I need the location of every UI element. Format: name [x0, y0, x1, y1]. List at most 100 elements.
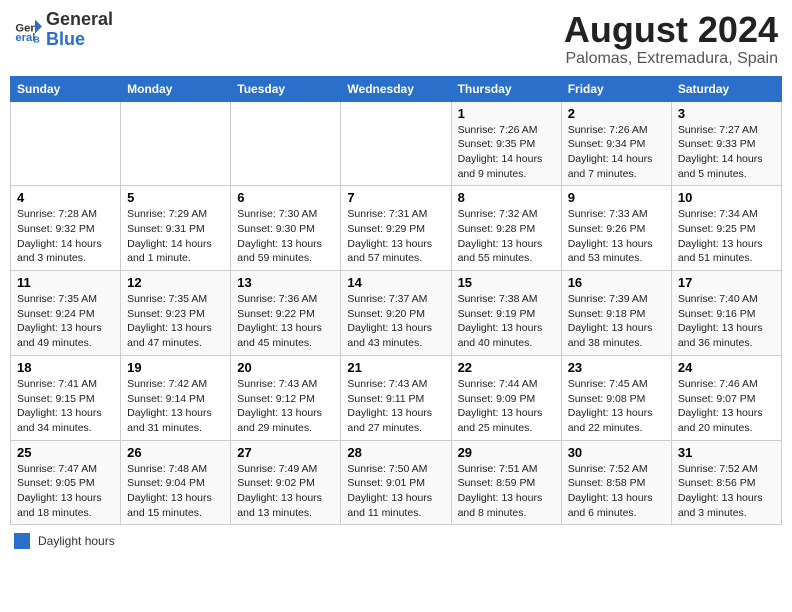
day-info: Sunrise: 7:35 AMSunset: 9:23 PMDaylight:… [127, 292, 224, 351]
day-number: 2 [568, 106, 665, 121]
day-number: 1 [458, 106, 555, 121]
page-title: August 2024 [564, 10, 778, 50]
day-info: Sunrise: 7:51 AMSunset: 8:59 PMDaylight:… [458, 462, 555, 521]
day-number: 7 [347, 190, 444, 205]
calendar-cell: 5 Sunrise: 7:29 AMSunset: 9:31 PMDaylight… [121, 186, 231, 271]
calendar-cell: 11Sunrise: 7:35 AMSunset: 9:24 PMDayligh… [11, 271, 121, 356]
calendar-cell: 30 Sunrise: 7:52 AMSunset: 8:58 PMDayligh… [561, 440, 671, 525]
day-number: 28 [347, 445, 444, 460]
day-info: Sunrise: 7:49 AMSunset: 9:02 PMDaylight:… [237, 462, 334, 521]
logo: Gen eral B General Blue [14, 10, 113, 50]
day-info: Sunrise: 7:50 AMSunset: 9:01 PMDaylight:… [347, 462, 444, 521]
day-number: 22 [458, 360, 555, 375]
day-number: 30 [568, 445, 665, 460]
day-number: 21 [347, 360, 444, 375]
svg-text:eral: eral [15, 32, 35, 44]
weekday-header-row: SundayMondayTuesdayWednesdayThursdayFrid… [11, 76, 782, 101]
calendar-cell [121, 101, 231, 186]
day-info: Sunrise: 7:43 AMSunset: 9:12 PMDaylight:… [237, 377, 334, 436]
header: Gen eral B General Blue August 2024 Palo… [10, 10, 782, 68]
title-area: August 2024 Palomas, Extremadura, Spain [564, 10, 778, 68]
day-info: Sunrise: 7:38 AMSunset: 9:19 PMDaylight:… [458, 292, 555, 351]
day-number: 14 [347, 275, 444, 290]
day-number: 24 [678, 360, 775, 375]
weekday-header-wednesday: Wednesday [341, 76, 451, 101]
day-info: Sunrise: 7:52 AMSunset: 8:58 PMDaylight:… [568, 462, 665, 521]
calendar-table: SundayMondayTuesdayWednesdayThursdayFrid… [10, 76, 782, 526]
day-number: 29 [458, 445, 555, 460]
calendar-week-4: 18Sunrise: 7:41 AMSunset: 9:15 PMDayligh… [11, 355, 782, 440]
day-info: Sunrise: 7:30 AMSunset: 9:30 PMDaylight:… [237, 207, 334, 266]
calendar-cell: 14 Sunrise: 7:37 AMSunset: 9:20 PMDayligh… [341, 271, 451, 356]
calendar-cell: 16 Sunrise: 7:39 AMSunset: 9:18 PMDayligh… [561, 271, 671, 356]
day-number: 4 [17, 190, 114, 205]
calendar-cell: 6 Sunrise: 7:30 AMSunset: 9:30 PMDaylight… [231, 186, 341, 271]
calendar-cell: 25Sunrise: 7:47 AMSunset: 9:05 PMDayligh… [11, 440, 121, 525]
day-info: Sunrise: 7:31 AMSunset: 9:29 PMDaylight:… [347, 207, 444, 266]
calendar-cell: 18Sunrise: 7:41 AMSunset: 9:15 PMDayligh… [11, 355, 121, 440]
calendar-week-3: 11Sunrise: 7:35 AMSunset: 9:24 PMDayligh… [11, 271, 782, 356]
calendar-week-1: 1 Sunrise: 7:26 AMSunset: 9:35 PMDaylight… [11, 101, 782, 186]
day-number: 19 [127, 360, 224, 375]
day-number: 16 [568, 275, 665, 290]
calendar-cell: 15Sunrise: 7:38 AMSunset: 9:19 PMDayligh… [451, 271, 561, 356]
calendar-cell: 1 Sunrise: 7:26 AMSunset: 9:35 PMDaylight… [451, 101, 561, 186]
day-number: 8 [458, 190, 555, 205]
logo-icon: Gen eral B [14, 16, 42, 44]
day-number: 5 [127, 190, 224, 205]
calendar-cell: 13Sunrise: 7:36 AMSunset: 9:22 PMDayligh… [231, 271, 341, 356]
legend-color-box [14, 533, 30, 549]
calendar-cell: 9 Sunrise: 7:33 AMSunset: 9:26 PMDaylight… [561, 186, 671, 271]
day-info: Sunrise: 7:32 AMSunset: 9:28 PMDaylight:… [458, 207, 555, 266]
calendar-cell: 22 Sunrise: 7:44 AMSunset: 9:09 PMDayligh… [451, 355, 561, 440]
day-info: Sunrise: 7:33 AMSunset: 9:26 PMDaylight:… [568, 207, 665, 266]
day-number: 31 [678, 445, 775, 460]
day-info: Sunrise: 7:29 AMSunset: 9:31 PMDaylight:… [127, 207, 224, 266]
day-info: Sunrise: 7:27 AMSunset: 9:33 PMDaylight:… [678, 123, 775, 182]
day-number: 9 [568, 190, 665, 205]
day-number: 18 [17, 360, 114, 375]
calendar-cell: 28 Sunrise: 7:50 AMSunset: 9:01 PMDayligh… [341, 440, 451, 525]
day-number: 23 [568, 360, 665, 375]
legend-label: Daylight hours [38, 534, 115, 548]
day-info: Sunrise: 7:45 AMSunset: 9:08 PMDaylight:… [568, 377, 665, 436]
day-number: 12 [127, 275, 224, 290]
day-info: Sunrise: 7:37 AMSunset: 9:20 PMDaylight:… [347, 292, 444, 351]
weekday-header-monday: Monday [121, 76, 231, 101]
day-info: Sunrise: 7:26 AMSunset: 9:35 PMDaylight:… [458, 123, 555, 182]
weekday-header-friday: Friday [561, 76, 671, 101]
logo-general-text: General [46, 10, 113, 30]
calendar-cell: 23 Sunrise: 7:45 AMSunset: 9:08 PMDayligh… [561, 355, 671, 440]
calendar-cell: 27Sunrise: 7:49 AMSunset: 9:02 PMDayligh… [231, 440, 341, 525]
day-number: 13 [237, 275, 334, 290]
day-info: Sunrise: 7:52 AMSunset: 8:56 PMDaylight:… [678, 462, 775, 521]
svg-text:B: B [34, 34, 40, 43]
weekday-header-thursday: Thursday [451, 76, 561, 101]
day-number: 10 [678, 190, 775, 205]
day-info: Sunrise: 7:44 AMSunset: 9:09 PMDaylight:… [458, 377, 555, 436]
calendar-cell: 21Sunrise: 7:43 AMSunset: 9:11 PMDayligh… [341, 355, 451, 440]
calendar-cell: 26Sunrise: 7:48 AMSunset: 9:04 PMDayligh… [121, 440, 231, 525]
day-number: 20 [237, 360, 334, 375]
page-subtitle: Palomas, Extremadura, Spain [564, 50, 778, 68]
day-info: Sunrise: 7:34 AMSunset: 9:25 PMDaylight:… [678, 207, 775, 266]
logo-blue-text: Blue [46, 30, 113, 50]
day-info: Sunrise: 7:39 AMSunset: 9:18 PMDaylight:… [568, 292, 665, 351]
calendar-cell: 20 Sunrise: 7:43 AMSunset: 9:12 PMDayligh… [231, 355, 341, 440]
calendar-cell: 4 Sunrise: 7:28 AMSunset: 9:32 PMDaylight… [11, 186, 121, 271]
calendar-cell: 2Sunrise: 7:26 AMSunset: 9:34 PMDaylight… [561, 101, 671, 186]
calendar-cell: 24Sunrise: 7:46 AMSunset: 9:07 PMDayligh… [671, 355, 781, 440]
calendar-week-5: 25Sunrise: 7:47 AMSunset: 9:05 PMDayligh… [11, 440, 782, 525]
calendar-cell [341, 101, 451, 186]
calendar-cell [11, 101, 121, 186]
day-info: Sunrise: 7:28 AMSunset: 9:32 PMDaylight:… [17, 207, 114, 266]
day-number: 6 [237, 190, 334, 205]
legend: Daylight hours [10, 533, 782, 549]
calendar-cell: 8 Sunrise: 7:32 AMSunset: 9:28 PMDaylight… [451, 186, 561, 271]
day-info: Sunrise: 7:35 AMSunset: 9:24 PMDaylight:… [17, 292, 114, 351]
day-number: 17 [678, 275, 775, 290]
calendar-cell: 10 Sunrise: 7:34 AMSunset: 9:25 PMDayligh… [671, 186, 781, 271]
day-number: 26 [127, 445, 224, 460]
weekday-header-sunday: Sunday [11, 76, 121, 101]
day-number: 25 [17, 445, 114, 460]
